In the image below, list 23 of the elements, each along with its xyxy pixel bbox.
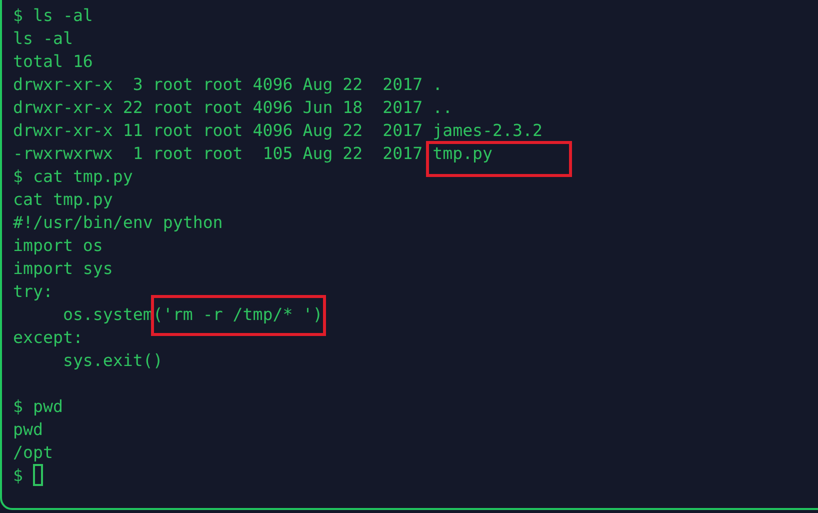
marked-text: tmp.py (432, 144, 493, 162)
terminal-line: $ pwd (13, 396, 63, 418)
terminal-line: import sys (13, 258, 113, 280)
terminal-line: except: (13, 326, 83, 348)
terminal-line: /opt (13, 442, 53, 464)
marked-text: ('rm -r /tmp/* ') (152, 304, 323, 324)
terminal-line: os.system (62, 304, 153, 326)
terminal-line: sys.exit() (62, 350, 163, 372)
terminal-line: cat tmp.py (13, 188, 113, 210)
terminal-line: #!/usr/bin/env python (13, 212, 223, 234)
terminal-line: try: (13, 280, 53, 302)
terminal-line: drwxr-xr-x 3 root root 4096 Aug 22 2017 . (13, 74, 443, 96)
terminal-line: $ (13, 464, 24, 486)
terminal-line: ls -al (13, 28, 73, 50)
terminal-line: drwxr-xr-x 11 root root 4096 Aug 22 2017 james-2.3.2 (13, 120, 542, 142)
terminal-line: $ cat tmp.py (13, 166, 133, 188)
terminal-line: $ ls -al (13, 4, 93, 26)
terminal-line: pwd (13, 418, 43, 440)
cursor (32, 464, 43, 486)
terminal-line: drwxr-xr-x 22 root root 4096 Jun 18 2017 .. (13, 96, 453, 118)
terminal-line: -rwxrwxrwx 1 root root 105 Aug 22 2017 (13, 142, 424, 164)
terminal-line: total 16 (13, 50, 93, 72)
terminal-line: import os (13, 234, 103, 256)
